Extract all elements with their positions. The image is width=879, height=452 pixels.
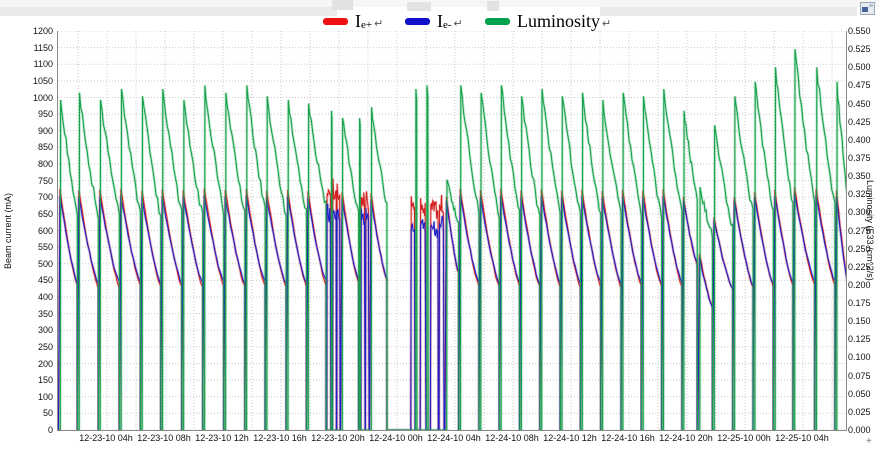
y-left-tick-label: 450: [0, 275, 53, 285]
x-axis-tick-label: 12-25-10 04h: [757, 433, 847, 443]
y-left-tick-label: 750: [0, 176, 53, 186]
y-left-tick-label: 1100: [0, 59, 53, 69]
y-left-tick-label: 900: [0, 126, 53, 136]
y-right-tick-label: 0.225: [848, 262, 879, 272]
y-right-tick-label: 0.500: [848, 62, 879, 72]
y-right-tick-label: 0.150: [848, 316, 879, 326]
embedded-object-icon[interactable]: [860, 2, 875, 15]
y-left-tick-label: 800: [0, 159, 53, 169]
y-right-tick-label: 0.400: [848, 135, 879, 145]
y-left-tick-label: 1000: [0, 93, 53, 103]
y-right-tick-label: 0.175: [848, 298, 879, 308]
application-window: { "window": { "resize_mark": "+" }, "chr…: [0, 0, 879, 452]
y-left-tick-label: 400: [0, 292, 53, 302]
y-left-tick-label: 150: [0, 375, 53, 385]
legend-item-luminosity: Luminosity ↵: [485, 9, 611, 33]
y-left-tick-label: 100: [0, 392, 53, 402]
y-left-tick-label: 650: [0, 209, 53, 219]
legend-label-subscript: e+: [361, 19, 372, 31]
y-left-tick-label: 550: [0, 242, 53, 252]
y-right-tick-label: 0.025: [848, 407, 879, 417]
y-right-tick-label: 0.550: [848, 26, 879, 36]
y-right-tick-label: 0.300: [848, 207, 879, 217]
y-right-tick-label: 0.425: [848, 117, 879, 127]
y-left-tick-label: 1050: [0, 76, 53, 86]
series-ie-plus-line: [58, 179, 846, 431]
resize-handle-mark: +: [866, 436, 872, 447]
y-left-tick-label: 200: [0, 359, 53, 369]
y-right-tick-label: 0.075: [848, 371, 879, 381]
paragraph-mark-icon: ↵: [454, 17, 463, 30]
legend-swatch-blue: [405, 18, 430, 25]
y-left-tick-label: 850: [0, 142, 53, 152]
chart-legend: I e+ ↵ I e- ↵ Luminosity ↵: [0, 9, 879, 33]
legend-item-ie-minus: I e- ↵: [405, 9, 463, 33]
y-right-tick-label: 0.450: [848, 99, 879, 109]
y-right-tick-label: 0.525: [848, 44, 879, 54]
y-left-tick-label: 500: [0, 259, 53, 269]
y-left-tick-label: 1200: [0, 26, 53, 36]
legend-label-subscript: e-: [443, 19, 452, 31]
paragraph-mark-icon: ↵: [602, 17, 611, 30]
y-left-tick-label: 50: [0, 408, 53, 418]
series-ie-plus-halo: [58, 179, 846, 431]
embedded-object-icon-bar: [869, 4, 873, 7]
legend-label: Luminosity: [517, 11, 600, 32]
y-right-tick-label: 0.375: [848, 153, 879, 163]
legend-swatch-green: [485, 18, 510, 25]
legend-swatch-red: [323, 18, 348, 25]
y-left-tick-label: 250: [0, 342, 53, 352]
y-left-tick-label: 700: [0, 192, 53, 202]
y-right-tick-label: 0.475: [848, 80, 879, 90]
chart-plot-area: [57, 31, 847, 431]
y-left-tick-label: 350: [0, 309, 53, 319]
embedded-object-icon-inner: [862, 7, 868, 12]
paragraph-mark-icon: ↵: [374, 17, 383, 30]
y-right-tick-label: 0.050: [848, 389, 879, 399]
y-left-tick-label: 950: [0, 109, 53, 119]
y-right-tick-label: 0.200: [848, 280, 879, 290]
legend-item-ie-plus: I e+ ↵: [323, 9, 383, 33]
y-right-tick-label: 0.250: [848, 244, 879, 254]
y-left-tick-label: 600: [0, 226, 53, 236]
y-right-tick-label: 0.000: [848, 425, 879, 435]
y-left-tick-label: 1150: [0, 43, 53, 53]
y-right-tick-label: 0.100: [848, 352, 879, 362]
chart-canvas: [58, 31, 846, 430]
y-right-tick-label: 0.350: [848, 171, 879, 181]
y-right-tick-label: 0.325: [848, 189, 879, 199]
y-left-tick-label: 300: [0, 325, 53, 335]
y-left-tick-label: 0: [0, 425, 53, 435]
series-ie-minus-line: [58, 194, 846, 430]
y-right-tick-label: 0.275: [848, 226, 879, 236]
series-ie-minus-halo: [58, 194, 846, 430]
chrome-strip: [0, 0, 879, 7]
y-right-tick-label: 0.125: [848, 334, 879, 344]
